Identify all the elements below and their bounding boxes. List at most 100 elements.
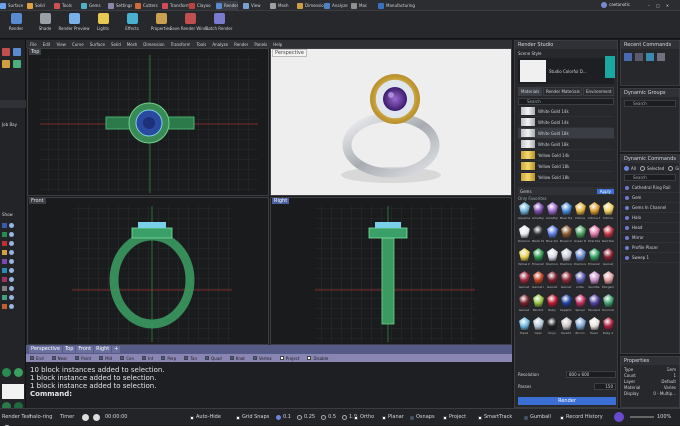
osnap-toggle[interactable]: Osnaps — [410, 414, 435, 421]
gem-swatch[interactable] — [561, 248, 572, 261]
smarttrack-checkbox[interactable] — [478, 415, 482, 420]
gem-swatch[interactable] — [547, 248, 558, 261]
gem-swatch[interactable] — [519, 225, 530, 238]
osnap-disable[interactable]: Disable — [307, 356, 328, 361]
filter-selected[interactable]: Selected — [639, 166, 664, 171]
grid-snaps-checkbox[interactable] — [236, 415, 240, 420]
osnap-tan[interactable]: Tan — [184, 356, 197, 361]
close-icon[interactable]: ✕ — [666, 3, 669, 8]
osnap-checkbox[interactable] — [142, 356, 147, 360]
tab-clayoo[interactable]: Clayoo — [189, 1, 211, 10]
eye-icon[interactable] — [9, 241, 14, 246]
eye-icon[interactable] — [9, 259, 14, 264]
gem-swatch[interactable] — [561, 225, 572, 238]
osnap-checkbox[interactable] — [410, 415, 414, 420]
dynamic-command-item[interactable]: Sweep 1 — [621, 253, 679, 263]
recent-cmd-icon-3[interactable] — [646, 53, 654, 61]
recent-cmd-icon-1[interactable] — [624, 53, 632, 61]
gem-favorites-toggle[interactable]: Only Favorites — [518, 196, 614, 201]
eye-icon[interactable] — [9, 223, 14, 228]
viewport-tab-perspective[interactable]: Perspective — [29, 346, 62, 353]
menu-edit[interactable]: Edit — [43, 42, 51, 47]
tab-settings[interactable]: Settings — [108, 1, 132, 10]
snap-radio[interactable] — [342, 415, 348, 420]
planar-toggle[interactable]: Planar — [382, 414, 404, 421]
eye-icon[interactable] — [9, 277, 14, 282]
property-value[interactable]: 0 - Multip... — [653, 391, 676, 397]
snap-radio[interactable] — [296, 415, 302, 420]
resolution-field[interactable]: 800 x 600 — [566, 371, 616, 378]
menu-render[interactable]: Render — [234, 42, 248, 47]
viewport-tab-top[interactable]: Top — [62, 346, 76, 353]
ribbon-render-button[interactable]: Render — [2, 13, 30, 31]
tab-transform[interactable]: Transform — [162, 1, 190, 10]
recent-cmd-icon-4[interactable] — [657, 53, 665, 61]
menu-panels[interactable]: Panels — [254, 42, 267, 47]
tab-render[interactable]: Render — [216, 1, 239, 10]
eye-icon[interactable] — [9, 286, 14, 291]
dynamic-command-item[interactable]: Gem — [621, 193, 679, 203]
tab-manufacturing[interactable]: Manufacturing — [378, 1, 415, 10]
viewport-right-label[interactable]: Right — [272, 198, 290, 204]
tab-mac[interactable]: Mac — [351, 1, 367, 10]
material-search[interactable]: Search — [518, 98, 614, 105]
osnap-checkbox[interactable] — [205, 356, 210, 360]
viewport-front[interactable]: Front — [27, 197, 269, 345]
viewport-front-label[interactable]: Front — [29, 198, 46, 204]
osnap-checkbox[interactable] — [184, 356, 189, 360]
gem-swatch[interactable] — [561, 294, 572, 307]
osnap-mid[interactable]: Mid — [99, 356, 112, 361]
auto-hide-toggle[interactable]: Auto-Hide — [190, 414, 221, 421]
filter-group[interactable]: Group — [668, 166, 679, 171]
layer-row[interactable] — [2, 294, 24, 301]
auto-hide-checkbox[interactable] — [190, 415, 194, 420]
gem-swatch[interactable] — [533, 294, 544, 307]
gem-swatch[interactable] — [589, 202, 600, 215]
snap-radio[interactable] — [321, 415, 327, 420]
render-side-toggle[interactable] — [605, 56, 615, 78]
layer-row[interactable] — [2, 249, 24, 256]
gem-swatch[interactable] — [575, 294, 586, 307]
layer-row[interactable] — [2, 303, 24, 310]
material-item[interactable]: White Gold 18k — [518, 128, 614, 139]
minimize-icon[interactable]: – — [648, 3, 650, 8]
menu-surface[interactable]: Surface — [90, 42, 105, 47]
maximize-icon[interactable]: □ — [656, 3, 660, 8]
menu-curve[interactable]: Curve — [72, 42, 84, 47]
osnap-knot[interactable]: Knot — [229, 356, 245, 361]
select-tool-icon[interactable] — [2, 48, 10, 56]
menu-mesh[interactable]: Mesh — [127, 42, 138, 47]
eye-icon[interactable] — [9, 295, 14, 300]
menu-help[interactable]: Help — [273, 42, 282, 47]
gem-swatch[interactable] — [519, 271, 530, 284]
gem-swatch[interactable] — [603, 317, 614, 330]
avatar[interactable] — [601, 2, 607, 8]
eye-icon[interactable] — [9, 232, 14, 237]
ortho-checkbox[interactable] — [354, 415, 358, 420]
gem-swatch[interactable] — [533, 317, 544, 330]
osnap-project[interactable]: Project — [279, 356, 299, 361]
viewport-tab-add[interactable]: + — [112, 346, 121, 353]
render-tab-render-materials[interactable]: Render Materials — [542, 87, 583, 96]
app-status-icon[interactable] — [614, 412, 624, 422]
tab-analyze[interactable]: Analyze — [324, 1, 348, 10]
gem-swatch[interactable] — [589, 225, 600, 238]
viewport-perspective-label[interactable]: Perspective — [272, 49, 307, 57]
gem-swatch[interactable] — [589, 317, 600, 330]
layer-row[interactable] — [2, 258, 24, 265]
gem-swatch[interactable] — [589, 271, 600, 284]
osnap-checkbox[interactable] — [51, 356, 56, 360]
gem-swatch[interactable] — [561, 202, 572, 215]
zoom-slider[interactable] — [630, 416, 654, 418]
osnap-checkbox[interactable] — [307, 356, 312, 360]
viewport-tab-right[interactable]: Right — [94, 346, 112, 353]
material-item[interactable]: Yellow Gold 18k — [518, 161, 614, 172]
material-item[interactable]: Yellow Gold 18k — [518, 172, 614, 183]
filter-radio[interactable] — [624, 166, 629, 171]
layer-tool-icon[interactable] — [2, 60, 10, 68]
viewport-right[interactable]: Right — [270, 197, 512, 345]
ribbon-effects-button[interactable]: Effects — [118, 13, 146, 31]
render-tab-environment[interactable]: Environment — [583, 87, 614, 96]
gem-swatch[interactable] — [547, 317, 558, 330]
filter-radio[interactable] — [668, 166, 674, 171]
